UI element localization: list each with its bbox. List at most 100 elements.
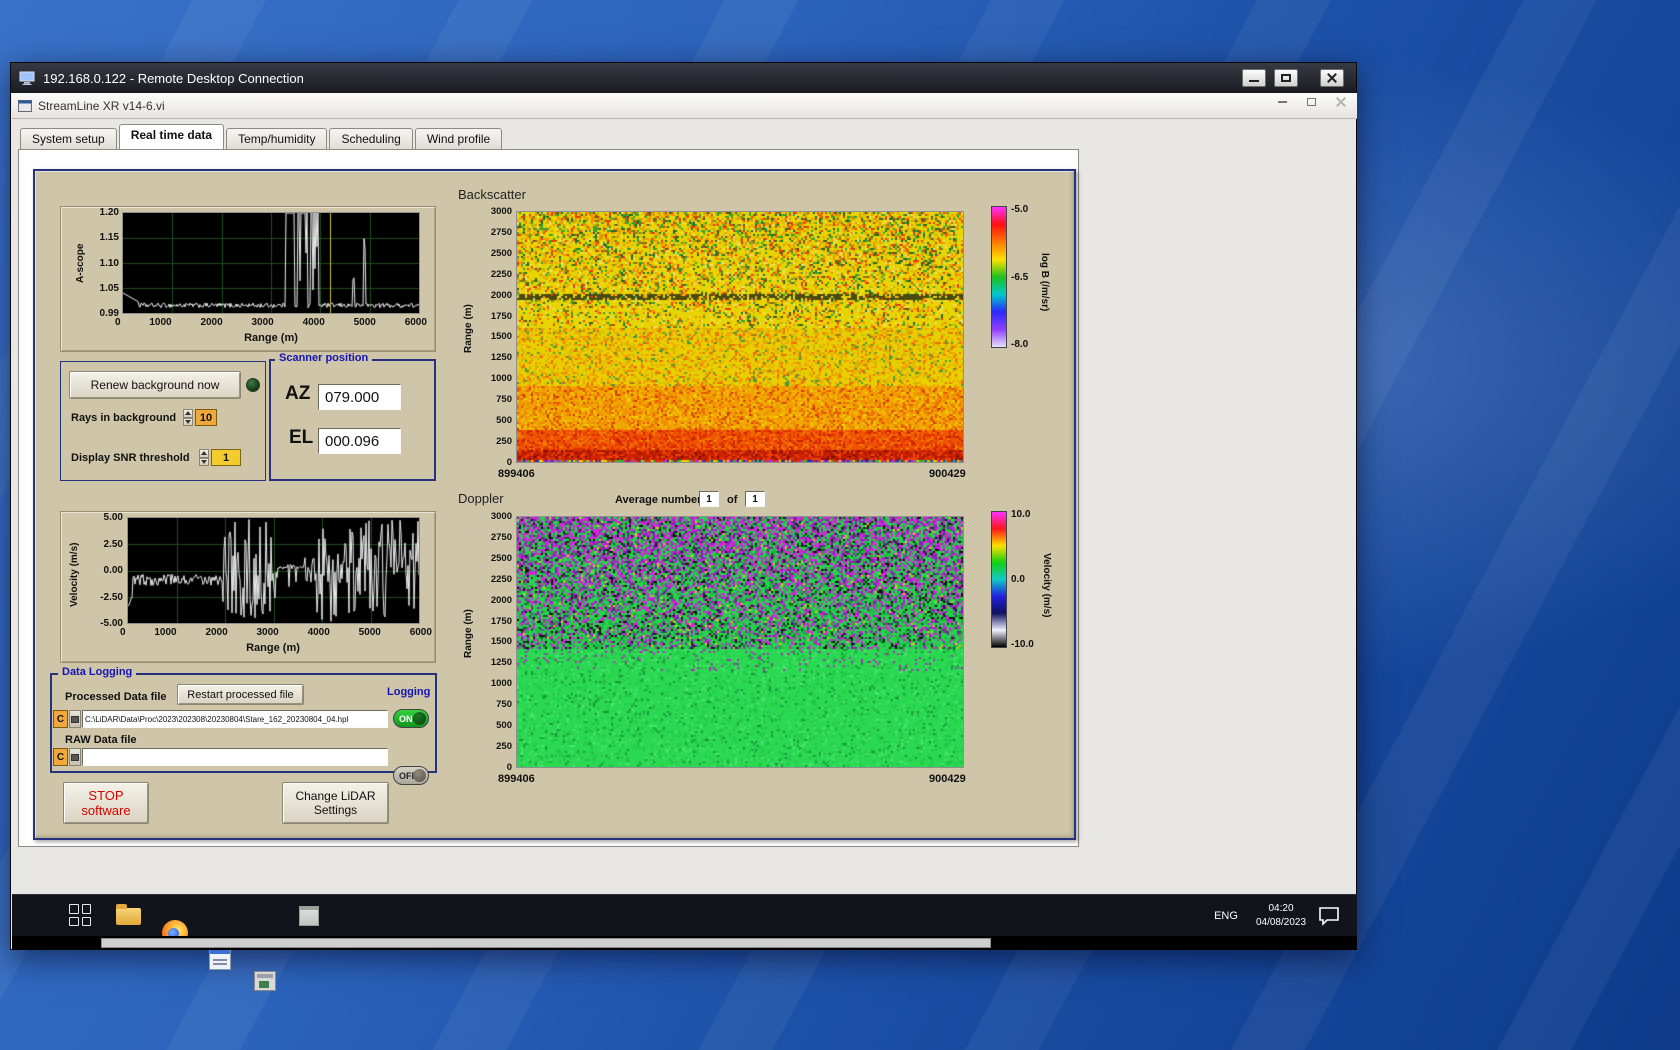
notification-icon[interactable] — [1317, 905, 1341, 927]
doppler-yticks: 3000 2750 2500 2250 2000 1750 1500 1250 1000 750 5… — [478, 511, 512, 773]
computer-icon — [19, 71, 35, 85]
raw-data-file-label: RAW Data file — [65, 734, 137, 746]
snr-stepper[interactable] — [199, 449, 209, 466]
stop-software-line1: STOP — [88, 788, 124, 803]
raw-drive-selector[interactable]: C — [53, 748, 68, 766]
app-icon — [18, 99, 32, 112]
maximize-button[interactable] — [1274, 69, 1298, 87]
snr-threshold-label: Display SNR threshold — [71, 452, 190, 464]
minimize-button[interactable] — [1242, 69, 1266, 87]
doppler-x-left: 899406 — [498, 773, 535, 785]
rdp-window-controls — [1242, 69, 1344, 87]
tick-label: 2000 — [490, 289, 512, 301]
tick-label: 250 — [496, 740, 512, 752]
taskbar: ENG 04:20 04/08/2023 — [12, 894, 1357, 991]
file-explorer-icon[interactable] — [116, 904, 141, 925]
el-value-field[interactable]: 000.096 — [318, 428, 401, 454]
rays-value-field[interactable]: 10 — [195, 409, 217, 426]
raw-browse-icon[interactable] — [69, 748, 81, 766]
raw-path-field[interactable] — [82, 748, 388, 766]
rays-stepper[interactable] — [183, 409, 193, 426]
processed-drive-selector[interactable]: C — [53, 710, 68, 728]
backscatter-x-left: 899406 — [498, 468, 535, 480]
tick-label: -10.0 — [1011, 639, 1034, 650]
raw-logging-toggle[interactable]: OFF — [393, 766, 429, 785]
close-button[interactable] — [1320, 69, 1344, 87]
tick-label: 1500 — [490, 331, 512, 343]
ascope-yticks: 1.20 1.15 1.10 1.05 0.99 — [91, 207, 119, 319]
app-titlebar[interactable]: StreamLine XR v14-6.vi — [12, 93, 1357, 119]
language-indicator[interactable]: ENG — [1210, 899, 1242, 933]
close-icon — [1326, 72, 1338, 84]
ascope-plot-canvas — [123, 213, 419, 313]
desktop: 192.168.0.122 - Remote Desktop Connectio… — [0, 0, 1680, 1050]
tick-label: 3000 — [251, 317, 274, 328]
app-close-icon[interactable] — [1336, 97, 1346, 107]
tick-label: 5000 — [353, 317, 376, 328]
document-app-icon[interactable] — [209, 948, 231, 970]
scan-scheduler-icon[interactable] — [299, 906, 319, 926]
tick-label: 2000 — [205, 627, 228, 638]
of-label: of — [727, 494, 738, 506]
velocity-plot-canvas — [128, 518, 419, 623]
processed-logging-toggle[interactable]: ON — [393, 709, 429, 728]
rdp-titlebar[interactable]: 192.168.0.122 - Remote Desktop Connectio… — [11, 63, 1356, 93]
tab-system-setup[interactable]: System setup — [20, 128, 117, 149]
renew-background-button[interactable]: Renew background now — [69, 371, 241, 399]
tab-scheduling[interactable]: Scheduling — [329, 128, 413, 149]
scanner-position-title: Scanner position — [275, 352, 373, 364]
processed-toggle-knob — [413, 712, 426, 725]
tick-label: 1750 — [490, 615, 512, 627]
restart-processed-file-button[interactable]: Restart processed file — [177, 684, 304, 705]
tab-real-time-data[interactable]: Real time data — [118, 124, 225, 149]
tick-label: 0 — [120, 627, 126, 638]
rdp-window-title: 192.168.0.122 - Remote Desktop Connectio… — [43, 70, 304, 86]
app-window-icon[interactable] — [254, 971, 276, 991]
app-minimize-icon[interactable] — [1278, 101, 1287, 103]
tick-label: 4000 — [307, 627, 330, 638]
average-count-field[interactable]: 1 — [745, 491, 765, 507]
tick-label: 0 — [115, 317, 121, 328]
tick-label: 1.20 — [99, 207, 119, 218]
task-view-icon[interactable] — [69, 904, 91, 926]
background-led-indicator — [246, 378, 260, 392]
doppler-colorbar — [991, 511, 1007, 648]
backscatter-heatmap-canvas — [517, 212, 963, 462]
tick-label: 1.05 — [99, 282, 119, 294]
doppler-title: Doppler — [458, 491, 504, 506]
tick-label: 1.10 — [99, 257, 119, 269]
app-window-controls — [1278, 97, 1346, 107]
velocity-plot — [127, 517, 420, 624]
taskbar-clock[interactable]: 04:20 04/08/2023 — [1246, 902, 1316, 930]
tab-wind-profile[interactable]: Wind profile — [414, 128, 503, 149]
minimize-icon — [1249, 80, 1259, 82]
tick-label: -6.5 — [1011, 271, 1029, 283]
clock-date: 04/08/2023 — [1255, 917, 1307, 928]
doppler-heatmap — [516, 516, 964, 768]
app-window-title: StreamLine XR v14-6.vi — [38, 98, 165, 113]
tick-label: 0 — [506, 761, 512, 773]
processed-path-field[interactable]: C:\LiDAR\Data\Proc\2023\202308\20230804\… — [82, 710, 388, 728]
minimized-window-bar[interactable] — [101, 938, 991, 948]
tick-label: 1.15 — [99, 232, 119, 244]
tick-label: 0 — [506, 456, 512, 468]
stop-software-button[interactable]: STOP software — [63, 782, 149, 824]
app-maximize-icon[interactable] — [1307, 98, 1316, 106]
tab-temp-humidity[interactable]: Temp/humidity — [226, 128, 328, 149]
tick-label: 2750 — [490, 531, 512, 543]
tick-label: 2000 — [490, 594, 512, 606]
backscatter-colorbar-label: log B (/m/sr) — [1039, 252, 1050, 312]
processed-browse-icon[interactable] — [69, 710, 81, 728]
ascope-plot — [122, 212, 420, 314]
processed-data-file-label: Processed Data file — [65, 691, 167, 703]
doppler-ylabel: Range (m) — [463, 609, 474, 659]
average-number-field[interactable]: 1 — [699, 491, 719, 507]
tick-label: 1250 — [490, 657, 512, 669]
snr-value-field[interactable]: 1 — [211, 449, 241, 466]
clock-time: 04:20 — [1268, 903, 1294, 914]
ascope-xlabel: Range (m) — [244, 332, 298, 344]
change-lidar-settings-button[interactable]: Change LiDAR Settings — [282, 782, 389, 824]
maximize-icon — [1281, 74, 1291, 82]
tick-label: 2000 — [200, 317, 223, 328]
az-value-field[interactable]: 079.000 — [318, 384, 401, 410]
